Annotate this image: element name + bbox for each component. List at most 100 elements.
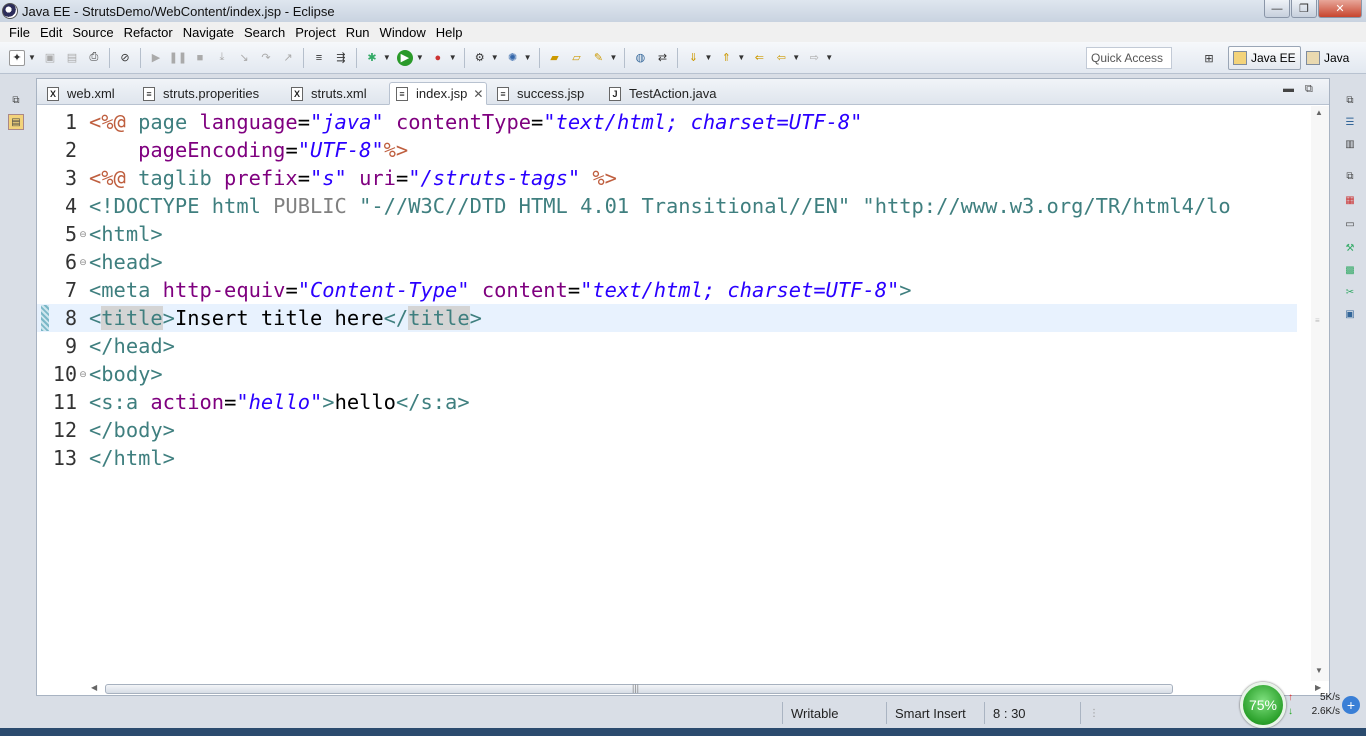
code-line[interactable]: 6 ⊖ <head> xyxy=(37,248,1297,276)
snippets-icon[interactable]: ✂ xyxy=(1342,284,1358,300)
disconnect-icon[interactable]: ⤓ xyxy=(214,50,230,66)
minimize-editor-icon[interactable]: ▬ xyxy=(1283,83,1294,95)
step-over-icon[interactable]: ↷ xyxy=(258,50,274,66)
horizontal-scroll-thumb[interactable]: ||| xyxy=(105,683,1173,694)
tab-index-jsp[interactable]: ≡ index.jsp ✕ xyxy=(389,82,487,105)
fold-toggle-icon[interactable]: ⊖ xyxy=(77,369,89,380)
data-source-icon[interactable]: ▩ xyxy=(1342,262,1358,278)
menu-refactor[interactable]: Refactor xyxy=(119,25,178,40)
menu-help[interactable]: Help xyxy=(431,25,468,40)
fold-toggle-icon[interactable]: ⊖ xyxy=(77,229,89,240)
publish-icon[interactable]: ⇶ xyxy=(333,50,349,66)
tab-web-xml[interactable]: X web.xml xyxy=(41,82,115,105)
code-line[interactable]: 13 </html> xyxy=(37,444,1297,472)
menu-edit[interactable]: Edit xyxy=(35,25,67,40)
print-icon[interactable]: ⎙ xyxy=(86,50,102,66)
last-edit-icon[interactable]: ⇐ xyxy=(751,50,767,66)
quick-access-input[interactable]: Quick Access xyxy=(1086,47,1172,69)
menu-run[interactable]: Run xyxy=(341,25,375,40)
menu-navigate[interactable]: Navigate xyxy=(178,25,239,40)
restore-icon[interactable]: ⧉ xyxy=(1342,168,1358,184)
previous-annotation-icon[interactable]: ⇑ xyxy=(718,50,734,66)
menu-project[interactable]: Project xyxy=(290,25,340,40)
current-code-line[interactable]: 8 <title>Insert title here</title> xyxy=(37,304,1297,332)
task-list-icon[interactable]: ▥ xyxy=(1342,136,1358,152)
code-line[interactable]: 11 <s:a action="hello">hello</s:a> xyxy=(37,388,1297,416)
server-icon[interactable]: ≡ xyxy=(311,50,327,66)
new-java-project-dropdown-icon[interactable]: ▼ xyxy=(491,53,499,62)
back-icon[interactable]: ⇦ xyxy=(773,50,789,66)
code-line[interactable]: 2 pageEncoding="UTF-8"%> xyxy=(37,136,1297,164)
suspend-icon[interactable]: ❚❚ xyxy=(169,50,187,66)
save-all-icon[interactable]: ▤ xyxy=(64,50,80,66)
maximize-editor-icon[interactable]: ⧉ xyxy=(1305,83,1313,96)
new-class-icon[interactable]: ✺ xyxy=(505,50,521,66)
horizontal-scrollbar[interactable]: ◀ ||| ▶ xyxy=(87,683,1327,695)
new-java-project-icon[interactable]: ⚙ xyxy=(472,50,488,66)
run-icon[interactable]: ▶ xyxy=(396,49,413,66)
battery-indicator[interactable]: 75% xyxy=(1240,682,1286,728)
toggle-mark-icon[interactable]: ⇄ xyxy=(654,50,670,66)
perspective-java-ee[interactable]: Java EE xyxy=(1228,46,1301,70)
menu-file[interactable]: File xyxy=(4,25,35,40)
run-dropdown-icon[interactable]: ▼ xyxy=(416,53,424,62)
tab-testaction-java[interactable]: J TestAction.java xyxy=(603,82,716,105)
menu-search[interactable]: Search xyxy=(239,25,290,40)
tab-struts-xml[interactable]: X struts.xml xyxy=(285,82,367,105)
menu-window[interactable]: Window xyxy=(375,25,431,40)
code-line[interactable]: 1 <%@ page language="java" contentType="t… xyxy=(37,108,1297,136)
tab-success-jsp[interactable]: ≡ success.jsp xyxy=(491,82,584,105)
restore-icon[interactable]: ⧉ xyxy=(1342,92,1358,108)
save-icon[interactable]: ▣ xyxy=(42,50,58,66)
next-annotation-icon[interactable]: ⇓ xyxy=(685,50,701,66)
new-class-dropdown-icon[interactable]: ▼ xyxy=(524,53,532,62)
debug-dropdown-icon[interactable]: ▼ xyxy=(383,53,391,62)
menu-source[interactable]: Source xyxy=(67,25,118,40)
properties-icon[interactable]: ▭ xyxy=(1342,216,1358,232)
code-line[interactable]: 7 <meta http-equiv="Content-Type" content… xyxy=(37,276,1297,304)
globe-icon[interactable]: ◍ xyxy=(632,50,648,66)
skip-breakpoints-icon[interactable]: ⊘ xyxy=(117,50,133,66)
forward-dropdown-icon[interactable]: ▼ xyxy=(825,53,833,62)
code-line[interactable]: 3 <%@ taglib prefix="s" uri="/struts-tags… xyxy=(37,164,1297,192)
servers-icon[interactable]: ⚒ xyxy=(1342,240,1358,256)
code-line[interactable]: 4 <!DOCTYPE html PUBLIC "-//W3C//DTD HTML… xyxy=(37,192,1297,220)
scroll-up-arrow-icon[interactable]: ▲ xyxy=(1315,108,1323,117)
open-perspective-icon[interactable]: ⊞ xyxy=(1201,50,1217,66)
step-into-icon[interactable]: ↘ xyxy=(236,50,252,66)
maximize-button[interactable]: ❐ xyxy=(1291,0,1317,18)
console-icon[interactable]: ▣ xyxy=(1342,306,1358,322)
fold-toggle-icon[interactable]: ⊖ xyxy=(77,257,89,268)
next-annotation-dropdown-icon[interactable]: ▼ xyxy=(704,53,712,62)
step-return-icon[interactable]: ↗ xyxy=(280,50,296,66)
open-type-icon[interactable]: ▰ xyxy=(547,50,563,66)
markers-icon[interactable]: ▦ xyxy=(1342,192,1358,208)
new-icon[interactable]: ✦ xyxy=(9,49,25,66)
code-editor[interactable]: 1 <%@ page language="java" contentType="t… xyxy=(37,106,1329,681)
code-line[interactable]: 12 </body> xyxy=(37,416,1297,444)
code-line[interactable]: 9 </head> xyxy=(37,332,1297,360)
minimize-button[interactable]: — xyxy=(1264,0,1290,18)
new-dropdown-icon[interactable]: ▼ xyxy=(28,53,36,62)
external-tools-icon[interactable]: ● xyxy=(430,50,446,66)
project-explorer-icon[interactable]: ▤ xyxy=(8,114,24,130)
search-icon[interactable]: ✎ xyxy=(591,50,607,66)
open-folder-icon[interactable]: ▱ xyxy=(569,50,585,66)
previous-annotation-dropdown-icon[interactable]: ▼ xyxy=(737,53,745,62)
code-line[interactable]: 10 ⊖ <body> xyxy=(37,360,1297,388)
terminate-icon[interactable]: ■ xyxy=(192,50,208,66)
close-tab-icon[interactable]: ✕ xyxy=(473,87,483,101)
debug-icon[interactable]: ✱ xyxy=(364,50,380,66)
perspective-java[interactable]: Java xyxy=(1302,46,1353,70)
add-widget-button[interactable]: + xyxy=(1342,696,1360,714)
back-dropdown-icon[interactable]: ▼ xyxy=(792,53,800,62)
restore-icon[interactable]: ⧉ xyxy=(8,92,24,108)
scroll-down-arrow-icon[interactable]: ▼ xyxy=(1315,666,1323,675)
tab-struts-properties[interactable]: ≡ struts.properities xyxy=(137,82,259,105)
resume-icon[interactable]: ▶ xyxy=(148,50,164,66)
scroll-grip-icon[interactable]: ≡ xyxy=(1315,316,1320,325)
forward-icon[interactable]: ⇨ xyxy=(806,50,822,66)
scroll-left-arrow-icon[interactable]: ◀ xyxy=(91,683,97,692)
code-line[interactable]: 5 ⊖ <html> xyxy=(37,220,1297,248)
search-dropdown-icon[interactable]: ▼ xyxy=(610,53,618,62)
